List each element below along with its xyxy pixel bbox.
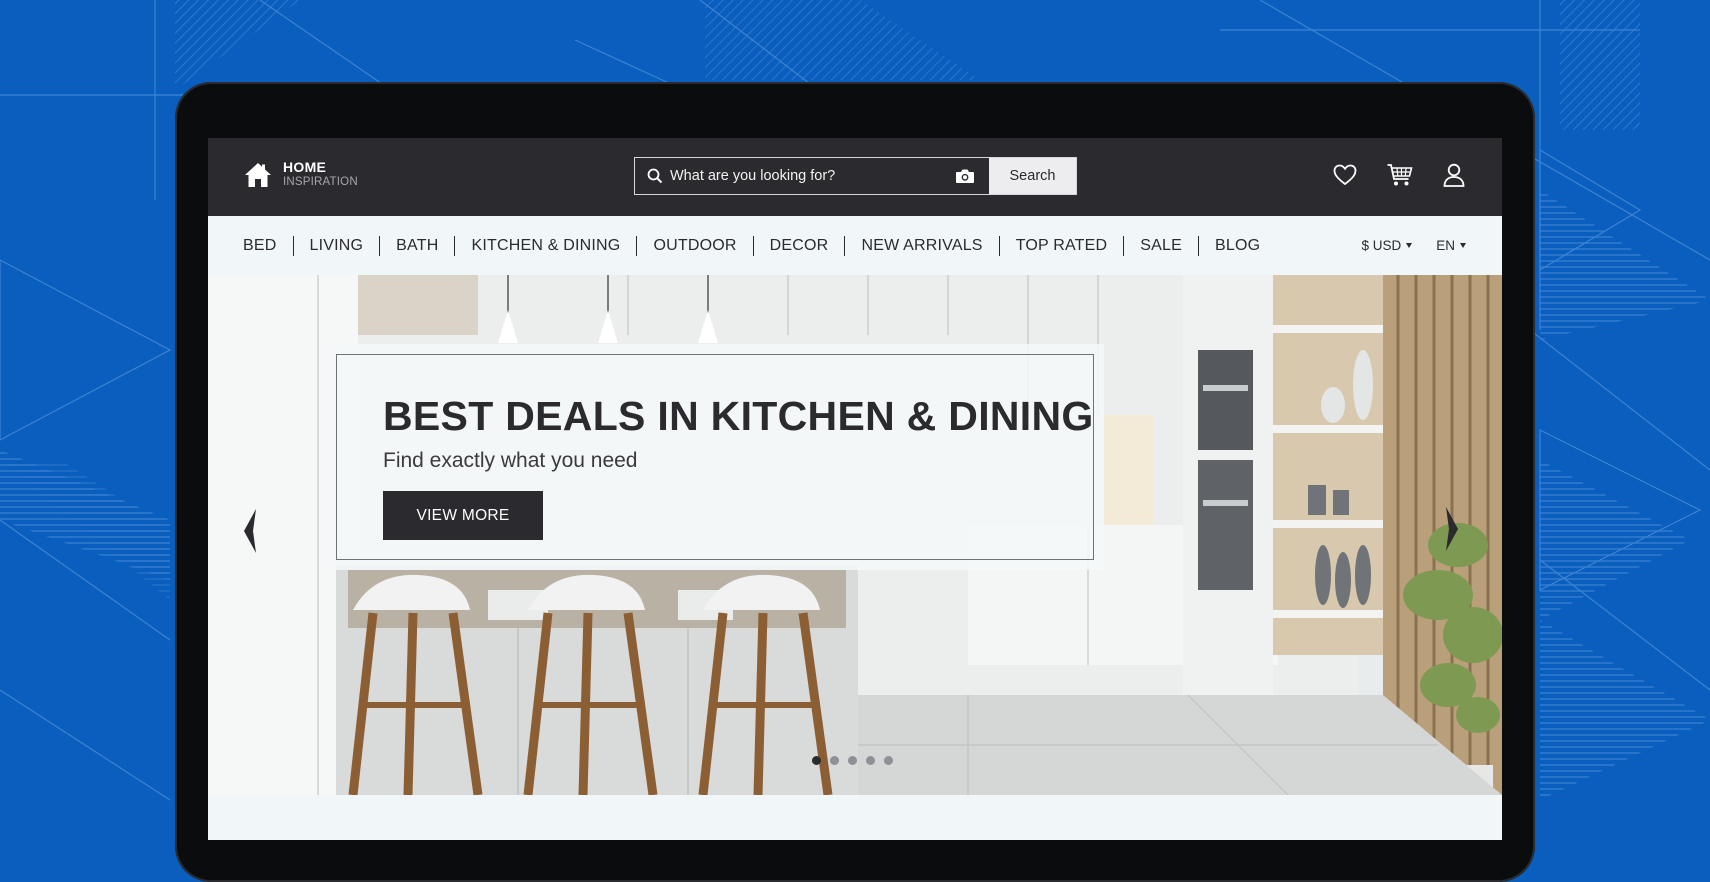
chevron-down-icon bbox=[1460, 243, 1466, 248]
nav-item-blog[interactable]: BLOG bbox=[1198, 235, 1276, 256]
hero-slider: BEST DEALS IN KITCHEN & DINING Find exac… bbox=[208, 275, 1502, 795]
promo-banner: BEST DEALS IN KITCHEN & DINING Find exac… bbox=[326, 344, 1104, 570]
nav-item-top-rated[interactable]: TOP RATED bbox=[998, 235, 1124, 256]
slider-dot[interactable] bbox=[848, 756, 857, 765]
slider-dot[interactable] bbox=[830, 756, 839, 765]
banner-title: BEST DEALS IN KITCHEN & DINING bbox=[383, 393, 1094, 439]
slider-next-arrow-icon[interactable] bbox=[1444, 507, 1458, 556]
logo-subtitle: INSPIRATION bbox=[283, 176, 358, 188]
search-bar: Search bbox=[634, 157, 1077, 195]
user-icon[interactable] bbox=[1442, 162, 1466, 188]
slider-dot[interactable] bbox=[866, 756, 875, 765]
language-dropdown[interactable]: EN bbox=[1436, 238, 1466, 253]
nav-item-bed[interactable]: BED bbox=[243, 236, 293, 256]
heart-icon[interactable] bbox=[1332, 162, 1358, 188]
search-icon bbox=[647, 168, 663, 184]
site-logo[interactable]: HOME INSPIRATION bbox=[243, 160, 358, 190]
category-nav: BED LIVING BATH KITCHEN & DINING OUTDOOR… bbox=[208, 216, 1502, 275]
banner-subtitle: Find exactly what you need bbox=[383, 449, 638, 472]
logo-title: HOME bbox=[283, 159, 327, 175]
chevron-down-icon bbox=[1406, 243, 1413, 248]
nav-item-kitchen-dining[interactable]: KITCHEN & DINING bbox=[454, 235, 636, 256]
slider-dots bbox=[812, 756, 902, 765]
camera-icon[interactable] bbox=[955, 168, 975, 184]
browser-screen: HOME INSPIRATION What are you looking fo… bbox=[208, 138, 1502, 840]
language-label: EN bbox=[1436, 238, 1455, 253]
slider-dot[interactable] bbox=[884, 756, 893, 765]
house-icon bbox=[243, 160, 273, 190]
nav-item-bath[interactable]: BATH bbox=[379, 235, 454, 256]
view-more-button[interactable]: VIEW MORE bbox=[383, 491, 543, 540]
search-input[interactable] bbox=[670, 168, 955, 184]
search-button[interactable]: Search bbox=[989, 158, 1076, 194]
nav-item-new-arrivals[interactable]: NEW ARRIVALS bbox=[844, 235, 998, 256]
nav-item-outdoor[interactable]: OUTDOOR bbox=[636, 235, 752, 256]
currency-dropdown[interactable]: $ USD bbox=[1361, 238, 1413, 253]
slider-dot[interactable] bbox=[812, 756, 821, 765]
nav-item-decor[interactable]: DECOR bbox=[752, 235, 845, 256]
slider-prev-arrow-icon[interactable] bbox=[244, 509, 258, 558]
currency-label: $ USD bbox=[1361, 238, 1402, 253]
cart-icon[interactable] bbox=[1386, 162, 1414, 188]
content-area bbox=[208, 795, 1502, 840]
banner-frame: BEST DEALS IN KITCHEN & DINING Find exac… bbox=[336, 354, 1094, 560]
site-header: HOME INSPIRATION What are you looking fo… bbox=[208, 138, 1502, 216]
nav-item-sale[interactable]: SALE bbox=[1123, 235, 1198, 256]
nav-item-living[interactable]: LIVING bbox=[292, 235, 380, 256]
